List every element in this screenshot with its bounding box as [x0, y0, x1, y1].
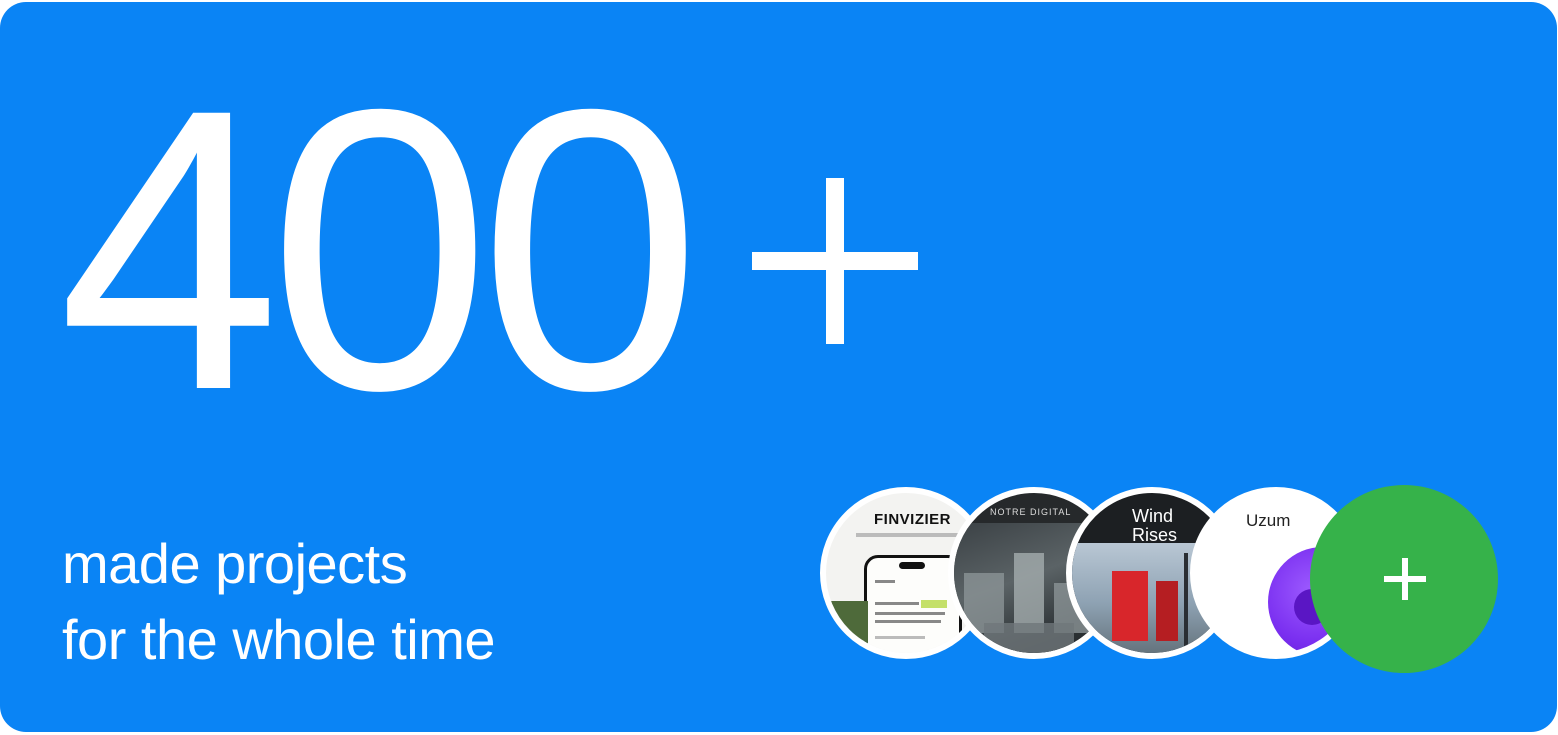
city-project-logo: NOTRE DIGITAL	[990, 507, 1072, 517]
uzum-logo: Uzum	[1246, 511, 1291, 530]
add-project-button[interactable]	[1310, 485, 1498, 673]
stats-card: 400 made projects for the whole time FIN…	[0, 2, 1557, 732]
finvizier-logo: FINVIZIER	[874, 511, 952, 528]
project-avatar-stack: FINVIZIER NOTRE DIGITAL Wind Rises Uzum	[0, 2, 1557, 732]
wind-rises-logo: Wind Rises	[1132, 506, 1178, 545]
